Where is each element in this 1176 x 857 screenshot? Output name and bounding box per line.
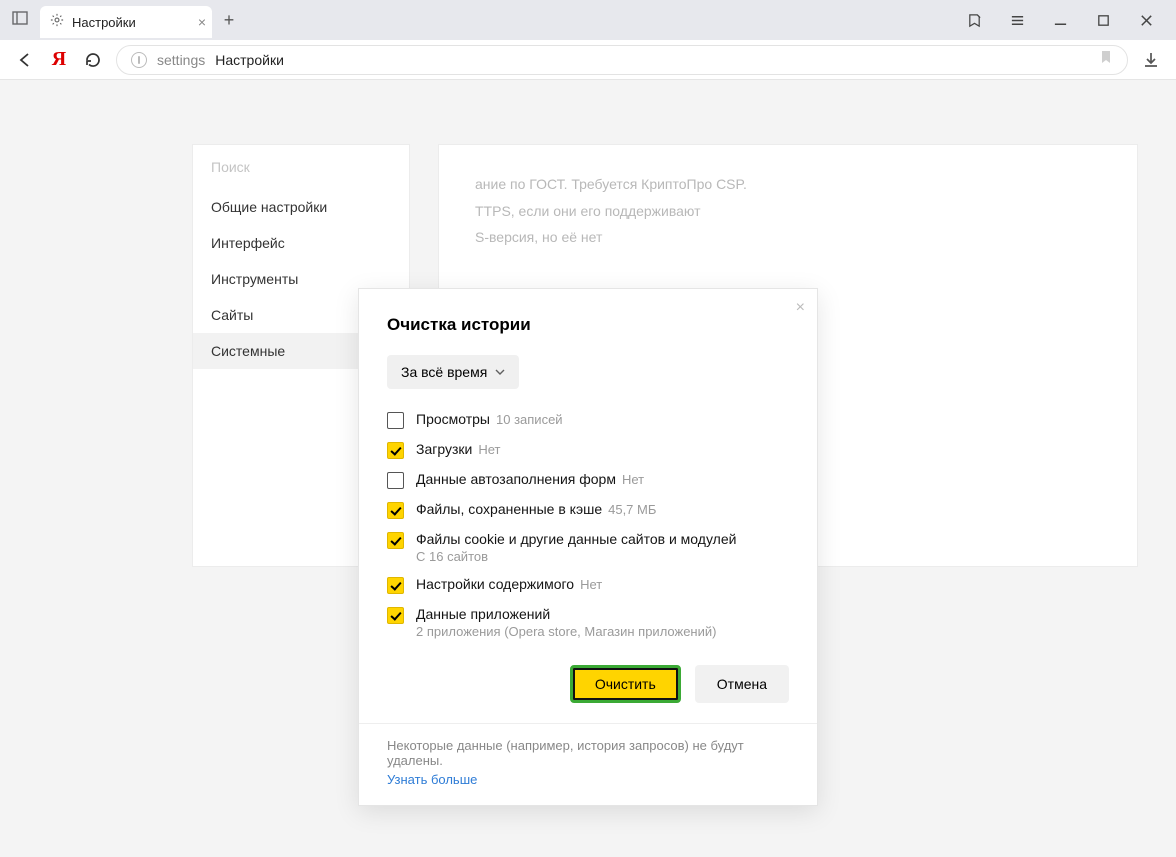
option-label: Файлы cookie и другие данные сайтов и мо… bbox=[416, 531, 736, 547]
address-bar[interactable]: settings Настройки bbox=[116, 45, 1128, 75]
checkbox[interactable] bbox=[387, 577, 404, 594]
clear-history-dialog: × Очистка истории За всё время Просмотры… bbox=[358, 288, 818, 806]
option-subline: С 16 сайтов bbox=[416, 549, 736, 564]
address-host: settings bbox=[157, 52, 205, 68]
yandex-logo-icon: Я bbox=[52, 48, 66, 71]
clear-option: Данные автозаполнения форм Нет bbox=[387, 471, 789, 489]
checkbox[interactable] bbox=[387, 442, 404, 459]
page-content: Поиск Общие настройкиИнтерфейсИнструмент… bbox=[0, 80, 1176, 857]
option-suffix: Нет bbox=[580, 577, 602, 592]
tab-title: Настройки bbox=[72, 15, 136, 30]
cancel-button[interactable]: Отмена bbox=[695, 665, 789, 703]
learn-more-link[interactable]: Узнать больше bbox=[387, 772, 477, 787]
chevron-down-icon bbox=[495, 367, 505, 377]
checkbox[interactable] bbox=[387, 502, 404, 519]
reload-button[interactable] bbox=[82, 49, 104, 71]
option-label: Загрузки bbox=[416, 441, 472, 457]
clear-button[interactable]: Очистить bbox=[570, 665, 681, 703]
minimize-button[interactable] bbox=[1053, 13, 1068, 28]
tab-close-icon[interactable]: × bbox=[198, 15, 206, 29]
background-text: ание по ГОСТ. Требуется КриптоПро CSP. bbox=[475, 171, 1101, 198]
site-favicon-icon bbox=[131, 52, 147, 68]
option-label: Файлы, сохраненные в кэше bbox=[416, 501, 602, 517]
option-label: Просмотры bbox=[416, 411, 490, 427]
clear-option: Файлы cookie и другие данные сайтов и мо… bbox=[387, 531, 789, 564]
close-window-button[interactable] bbox=[1139, 13, 1154, 28]
window-controls bbox=[967, 13, 1176, 28]
browser-tab[interactable]: Настройки × bbox=[40, 6, 212, 38]
home-button[interactable]: Я bbox=[48, 49, 70, 71]
checkbox[interactable] bbox=[387, 532, 404, 549]
bookmark-icon[interactable] bbox=[1099, 50, 1113, 69]
new-tab-button[interactable]: + bbox=[212, 10, 246, 31]
option-label: Настройки содержимого bbox=[416, 576, 574, 592]
sidebar-item[interactable]: Интерфейс bbox=[193, 225, 409, 261]
dialog-footer: Некоторые данные (например, история запр… bbox=[359, 723, 817, 805]
clear-option: Загрузки Нет bbox=[387, 441, 789, 459]
background-text: S-версия, но её нет bbox=[475, 224, 1101, 251]
option-label: Данные приложений bbox=[416, 606, 550, 622]
sidebar-search[interactable]: Поиск bbox=[193, 145, 409, 189]
nav-toolbar: Я settings Настройки bbox=[0, 40, 1176, 80]
downloads-button[interactable] bbox=[1140, 49, 1162, 71]
address-path: Настройки bbox=[215, 52, 284, 68]
clear-option: Просмотры 10 записей bbox=[387, 411, 789, 429]
panels-icon bbox=[12, 10, 28, 31]
bookmarks-button[interactable] bbox=[967, 13, 982, 28]
checkbox[interactable] bbox=[387, 472, 404, 489]
sidebar-item[interactable]: Общие настройки bbox=[193, 189, 409, 225]
option-suffix: 45,7 МБ bbox=[608, 502, 656, 517]
panels-button[interactable] bbox=[0, 10, 40, 31]
dialog-close-icon[interactable]: × bbox=[796, 299, 805, 317]
option-label: Данные автозаполнения форм bbox=[416, 471, 616, 487]
checkbox[interactable] bbox=[387, 412, 404, 429]
background-text: ТТPS, если они его поддерживают bbox=[475, 198, 1101, 225]
titlebar: Настройки × + bbox=[0, 0, 1176, 40]
dialog-footer-text: Некоторые данные (например, история запр… bbox=[387, 738, 744, 768]
option-suffix: Нет bbox=[478, 442, 500, 457]
back-button[interactable] bbox=[14, 49, 36, 71]
option-subline: 2 приложения (Opera store, Магазин прило… bbox=[416, 624, 716, 639]
option-suffix: Нет bbox=[622, 472, 644, 487]
maximize-button[interactable] bbox=[1096, 13, 1111, 28]
time-range-select[interactable]: За всё время bbox=[387, 355, 519, 389]
time-range-label: За всё время bbox=[401, 364, 487, 380]
clear-option: Настройки содержимого Нет bbox=[387, 576, 789, 594]
checkbox[interactable] bbox=[387, 607, 404, 624]
clear-option: Данные приложений 2 приложения (Opera sto… bbox=[387, 606, 789, 639]
dialog-title: Очистка истории bbox=[387, 315, 789, 335]
option-suffix: 10 записей bbox=[496, 412, 563, 427]
menu-button[interactable] bbox=[1010, 13, 1025, 28]
clear-option: Файлы, сохраненные в кэше 45,7 МБ bbox=[387, 501, 789, 519]
gear-icon bbox=[50, 13, 64, 32]
